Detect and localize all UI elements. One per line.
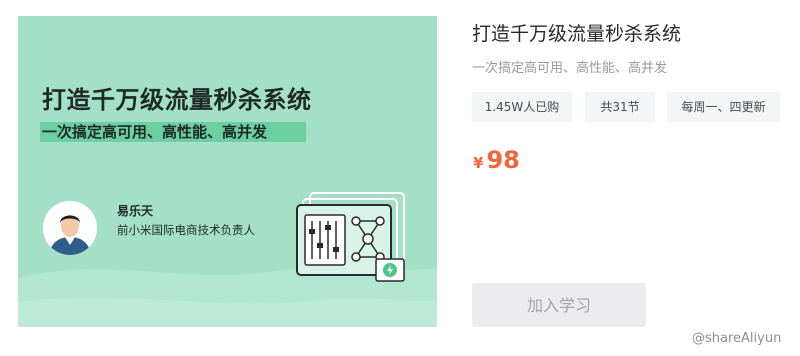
course-title[interactable]: 打造千万级流量秒杀系统 xyxy=(472,19,681,46)
join-learning-button[interactable]: 加入学习 xyxy=(472,283,646,327)
price-value: 98 xyxy=(486,146,520,174)
course-page: 打造千万级流量秒杀系统 一次搞定高可用、高性能、高并发 易乐天 前小米国际电商技… xyxy=(0,0,800,356)
avatar-photo-icon xyxy=(43,201,97,255)
price-currency-symbol: ¥ xyxy=(473,154,484,172)
cover-subtitle: 一次搞定高可用、高性能、高并发 xyxy=(40,122,306,142)
course-cover[interactable]: 打造千万级流量秒杀系统 一次搞定高可用、高性能、高并发 易乐天 前小米国际电商技… xyxy=(18,16,437,327)
server-illustration-icon xyxy=(296,192,405,282)
tag-lesson-count: 共31节 xyxy=(585,92,655,122)
lecturer-title: 前小米国际电商技术负责人 xyxy=(117,223,255,237)
course-price: ¥98 xyxy=(473,146,520,174)
tag-purchased-count: 1.45W人已购 xyxy=(472,92,572,122)
tag-update-schedule: 每周一、四更新 xyxy=(667,92,780,122)
lecturer-avatar xyxy=(43,201,97,255)
cover-title: 打造千万级流量秒杀系统 xyxy=(42,86,312,114)
lecturer-name: 易乐天 xyxy=(117,204,154,218)
watermark-text: @shareAliyun xyxy=(692,331,782,346)
course-subtitle: 一次搞定高可用、高性能、高并发 xyxy=(472,61,668,76)
